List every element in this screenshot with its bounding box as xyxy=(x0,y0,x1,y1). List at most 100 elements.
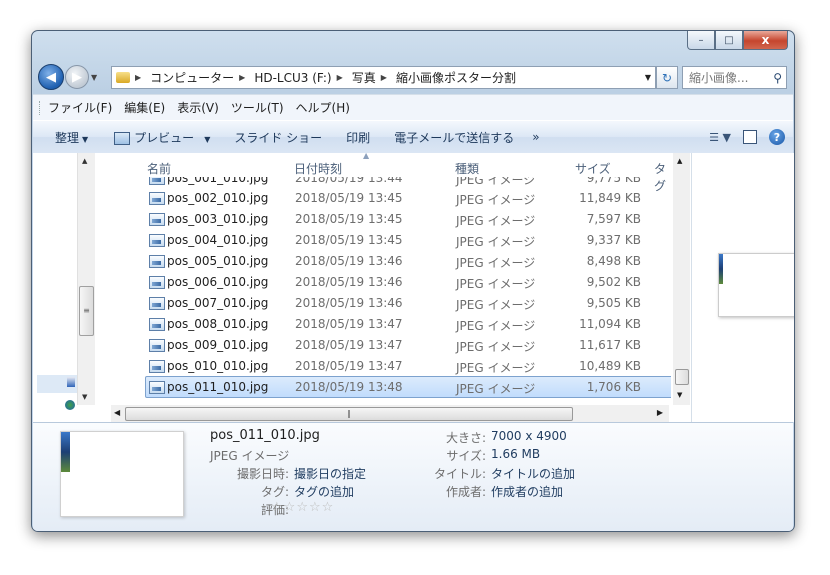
chevron-right-icon[interactable]: ▶ xyxy=(135,73,141,82)
column-type[interactable]: 種類 xyxy=(455,160,479,177)
scroll-down-arrow-icon[interactable]: ▼ xyxy=(677,391,682,399)
back-arrow-icon[interactable]: ◀ xyxy=(38,64,64,90)
breadcrumb-computer[interactable]: コンピューター xyxy=(150,69,234,86)
slideshow-button[interactable]: スライド ショー xyxy=(234,129,322,146)
organize-button[interactable]: 整理 ▼ xyxy=(55,129,88,146)
file-row[interactable]: pos_006_010.jpg 2018/05/19 13:46 JPEG イメ… xyxy=(111,272,641,292)
horizontal-scrollbar[interactable]: ◀ ‖ ▶ xyxy=(111,405,669,422)
column-headers: 名前 日付時刻 ▲ 種類 サイズ タグ xyxy=(111,151,666,193)
search-icon[interactable]: ⚲ xyxy=(773,71,782,85)
menu-view[interactable]: 表示(V) xyxy=(177,99,219,116)
image-file-icon xyxy=(149,318,165,331)
menu-bar: ファイル(F) 編集(E) 表示(V) ツール(T) ヘルプ(H) xyxy=(33,94,793,120)
more-commands-button[interactable]: » xyxy=(532,130,539,144)
details-thumbnail xyxy=(60,431,184,517)
scroll-left-arrow-icon[interactable]: ◀ xyxy=(114,408,120,417)
file-row[interactable]: pos_010_010.jpg 2018/05/19 13:47 JPEG イメ… xyxy=(111,356,641,376)
preview-label: プレビュー xyxy=(134,130,195,145)
email-button[interactable]: 電子メールで送信する xyxy=(394,129,514,146)
recent-pages-dropdown-icon[interactable]: ▼ xyxy=(91,73,97,82)
menu-edit[interactable]: 編集(E) xyxy=(124,99,165,116)
file-list-scrollbar[interactable]: ▲ ▼ xyxy=(673,153,690,405)
scroll-up-arrow-icon[interactable]: ▲ xyxy=(82,157,87,165)
author-value[interactable]: 作成者の追加 xyxy=(491,483,563,500)
file-size: 9,502 KB xyxy=(586,275,641,289)
help-icon[interactable]: ? xyxy=(769,129,785,145)
print-button[interactable]: 印刷 xyxy=(346,129,370,146)
image-file-icon xyxy=(149,297,165,310)
file-type: JPEG イメージ xyxy=(456,193,536,207)
file-row[interactable]: pos_005_010.jpg 2018/05/19 13:46 JPEG イメ… xyxy=(111,251,641,271)
file-type: JPEG イメージ xyxy=(456,177,536,187)
breadcrumb-photos[interactable]: 写真 xyxy=(352,69,376,86)
column-name[interactable]: 名前 xyxy=(147,160,171,177)
dimensions-label: 大きさ: xyxy=(445,431,486,445)
command-bar: 整理 ▼ プレビュー ▼ スライド ショー 印刷 電子メールで送信する » ☰ ▼ … xyxy=(33,120,793,154)
address-bar[interactable]: ▶ コンピューター ▶ HD-LCU3 (F:) ▶ 写真 ▶ 縮小画像ポスター… xyxy=(111,66,656,89)
scroll-up-arrow-icon[interactable]: ▲ xyxy=(677,157,682,165)
file-name: pos_011_010.jpg xyxy=(167,380,269,394)
file-row[interactable]: pos_002_010.jpg 2018/05/19 13:45 JPEG イメ… xyxy=(111,188,641,208)
tags-value[interactable]: タグの追加 xyxy=(294,483,354,500)
file-row[interactable]: pos_004_010.jpg 2018/05/19 13:45 JPEG イメ… xyxy=(111,230,641,250)
menu-file[interactable]: ファイル(F) xyxy=(48,99,112,116)
file-size: 9,775 KB xyxy=(586,177,641,185)
file-size: 10,489 KB xyxy=(579,359,641,373)
horizontal-scroll-thumb[interactable]: ‖ xyxy=(125,407,573,421)
star-icon[interactable]: ☆ xyxy=(271,500,283,515)
view-controls: ☰ ▼ ? xyxy=(709,129,785,145)
navigation-buttons: ◀ ▶ ▼ xyxy=(38,64,97,90)
column-size[interactable]: サイズ xyxy=(575,160,611,177)
explorer-window: – □ x ◀ ▶ ▼ ▶ コンピューター ▶ HD-LCU3 (F:) ▶ 写… xyxy=(31,30,795,532)
image-file-icon xyxy=(149,177,165,185)
star-icon[interactable]: ☆ xyxy=(284,500,296,515)
star-icon[interactable]: ☆ xyxy=(322,500,334,515)
file-name: pos_008_010.jpg xyxy=(167,317,269,331)
chevron-right-icon[interactable]: ▶ xyxy=(337,73,343,82)
file-row[interactable]: pos_003_010.jpg 2018/05/19 13:45 JPEG イメ… xyxy=(111,209,641,229)
taken-value[interactable]: 撮影日の指定 xyxy=(294,465,366,482)
preview-button[interactable]: プレビュー ▼ xyxy=(114,129,210,146)
refresh-icon[interactable]: ↻ xyxy=(656,66,678,89)
organize-label: 整理 xyxy=(55,130,80,145)
file-row[interactable]: pos_009_010.jpg 2018/05/19 13:47 JPEG イメ… xyxy=(111,335,641,355)
minimize-button[interactable]: – xyxy=(687,31,715,50)
sort-ascending-icon: ▲ xyxy=(363,151,370,160)
title-value[interactable]: タイトルの追加 xyxy=(491,465,575,482)
title-label: タイトル: xyxy=(433,467,486,481)
file-list-scroll-thumb[interactable] xyxy=(675,369,689,385)
file-row[interactable]: pos_007_010.jpg 2018/05/19 13:46 JPEG イメ… xyxy=(111,293,641,313)
search-input[interactable]: 縮小画像... ⚲ xyxy=(682,66,787,89)
breadcrumb-current-folder[interactable]: 縮小画像ポスター分割 xyxy=(396,69,516,86)
file-row[interactable]: pos_001_010.jpg 2018/05/19 13:44 JPEG イメ… xyxy=(111,177,641,188)
view-icon[interactable]: ☰ ▼ xyxy=(709,131,731,144)
maximize-button[interactable]: □ xyxy=(715,31,743,50)
column-date[interactable]: 日付時刻 xyxy=(294,160,342,177)
breadcrumb-drive[interactable]: HD-LCU3 (F:) xyxy=(254,71,331,85)
file-row[interactable]: pos_008_010.jpg 2018/05/19 13:47 JPEG イメ… xyxy=(111,314,641,334)
preview-pane-icon[interactable] xyxy=(743,130,757,144)
nav-pane-scrollbar[interactable]: ▲ ≡ ▼ xyxy=(77,153,95,405)
file-name: pos_005_010.jpg xyxy=(167,254,269,268)
star-icon[interactable]: ☆ xyxy=(309,500,321,515)
rating-stars[interactable]: ☆☆☆☆☆ xyxy=(271,500,334,515)
star-icon[interactable]: ☆ xyxy=(296,500,308,515)
forward-arrow-icon[interactable]: ▶ xyxy=(65,65,89,89)
menu-tools[interactable]: ツール(T) xyxy=(231,99,284,116)
chevron-right-icon[interactable]: ▶ xyxy=(239,73,245,82)
file-row-selected[interactable]: pos_011_010.jpg 2018/05/19 13:48 JPEG イメ… xyxy=(145,376,671,398)
chevron-down-icon: ▼ xyxy=(204,134,211,144)
file-name: pos_010_010.jpg xyxy=(167,359,269,373)
preview-image-strip xyxy=(719,254,723,284)
scroll-down-arrow-icon[interactable]: ▼ xyxy=(82,393,87,401)
file-type: JPEG イメージ xyxy=(456,256,536,270)
chevron-right-icon[interactable]: ▶ xyxy=(381,73,387,82)
nav-pane-scroll-thumb[interactable]: ≡ xyxy=(79,286,94,336)
image-file-icon xyxy=(149,360,165,373)
file-date: 2018/05/19 13:47 xyxy=(295,338,403,352)
close-button[interactable]: x xyxy=(743,31,788,50)
address-dropdown-icon[interactable]: ▼ xyxy=(645,73,651,82)
scroll-right-arrow-icon[interactable]: ▶ xyxy=(657,408,663,417)
menu-help[interactable]: ヘルプ(H) xyxy=(296,99,350,116)
image-file-icon xyxy=(149,276,165,289)
